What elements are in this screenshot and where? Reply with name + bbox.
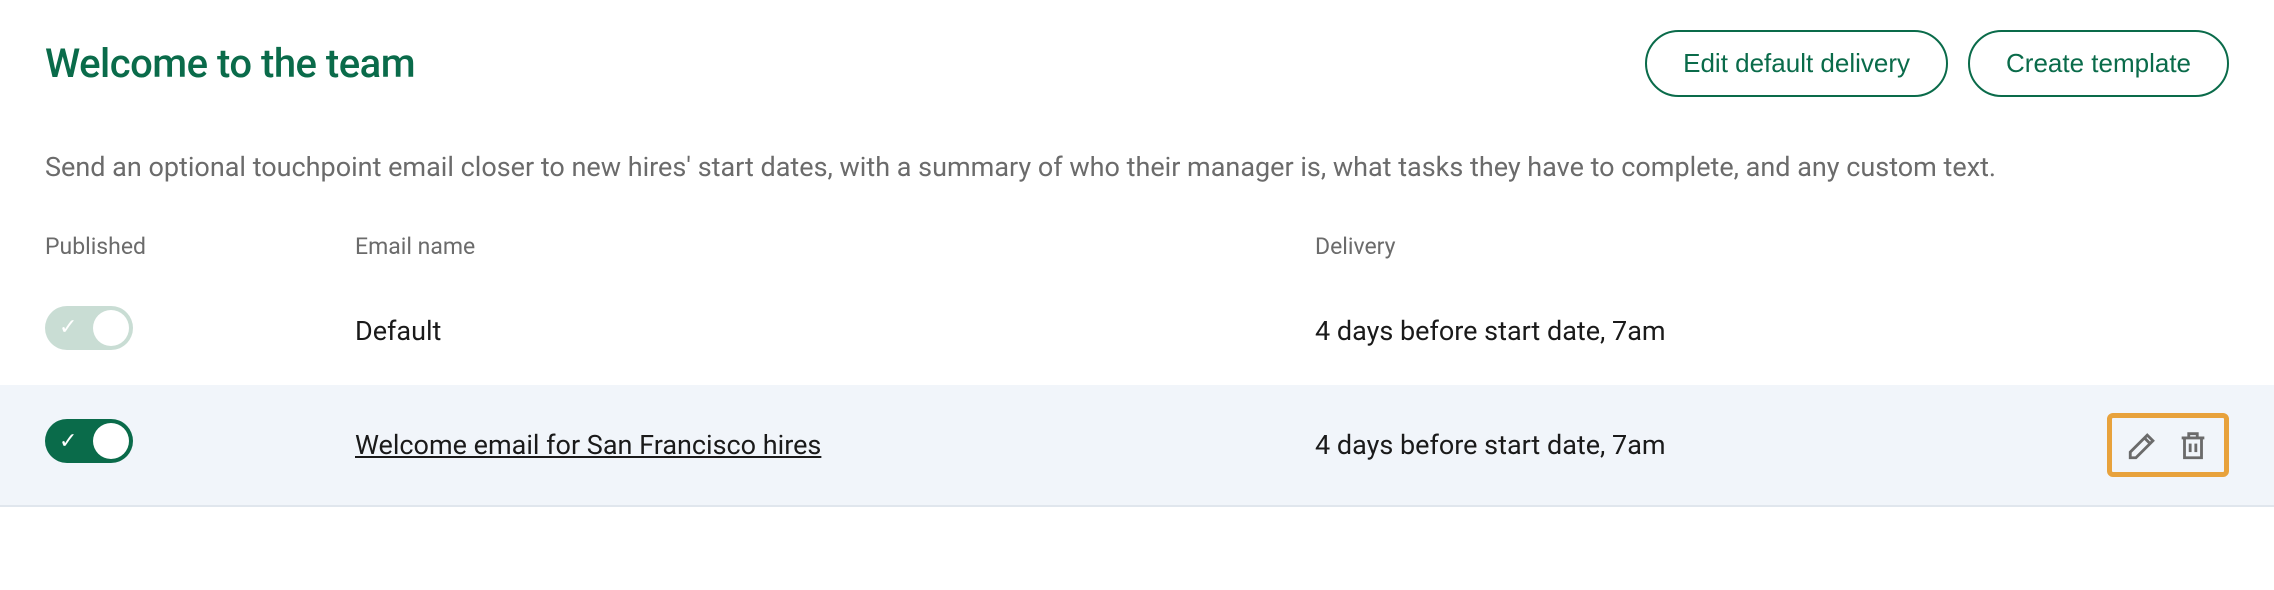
create-template-button[interactable]: Create template [1968,30,2229,97]
toggle-knob [93,310,129,346]
published-cell: ✓ [45,306,355,357]
page-header: Welcome to the team Edit default deliver… [45,30,2229,97]
edit-default-delivery-button[interactable]: Edit default delivery [1645,30,1948,97]
email-name-cell: Default [355,315,1315,347]
check-icon: ✓ [59,315,77,340]
delivery-cell: 4 days before start date, 7am [1315,315,2069,347]
header-actions: Edit default delivery Create template [1645,30,2229,97]
table-row: ✓ Welcome email for San Francisco hires … [0,385,2274,507]
published-toggle[interactable]: ✓ [45,306,133,350]
email-name-cell: Welcome email for San Francisco hires [355,429,1315,461]
row-actions-highlight [2107,413,2229,477]
published-toggle[interactable]: ✓ [45,419,133,463]
column-header-email-name: Email name [355,233,1315,260]
toggle-knob [93,423,129,459]
check-icon: ✓ [59,429,77,454]
actions-cell [2069,413,2229,477]
pencil-icon[interactable] [2126,428,2160,462]
page-title: Welcome to the team [45,40,415,87]
column-header-delivery: Delivery [1315,233,2229,260]
page-description: Send an optional touchpoint email closer… [45,147,2229,188]
email-name-link[interactable]: Welcome email for San Francisco hires [355,429,821,461]
trash-icon[interactable] [2176,428,2210,462]
column-header-published: Published [45,233,355,260]
published-cell: ✓ [45,419,355,470]
table-row: ✓ Default 4 days before start date, 7am [45,278,2229,385]
delivery-cell: 4 days before start date, 7am [1315,429,2069,461]
table-header: Published Email name Delivery [45,233,2229,278]
